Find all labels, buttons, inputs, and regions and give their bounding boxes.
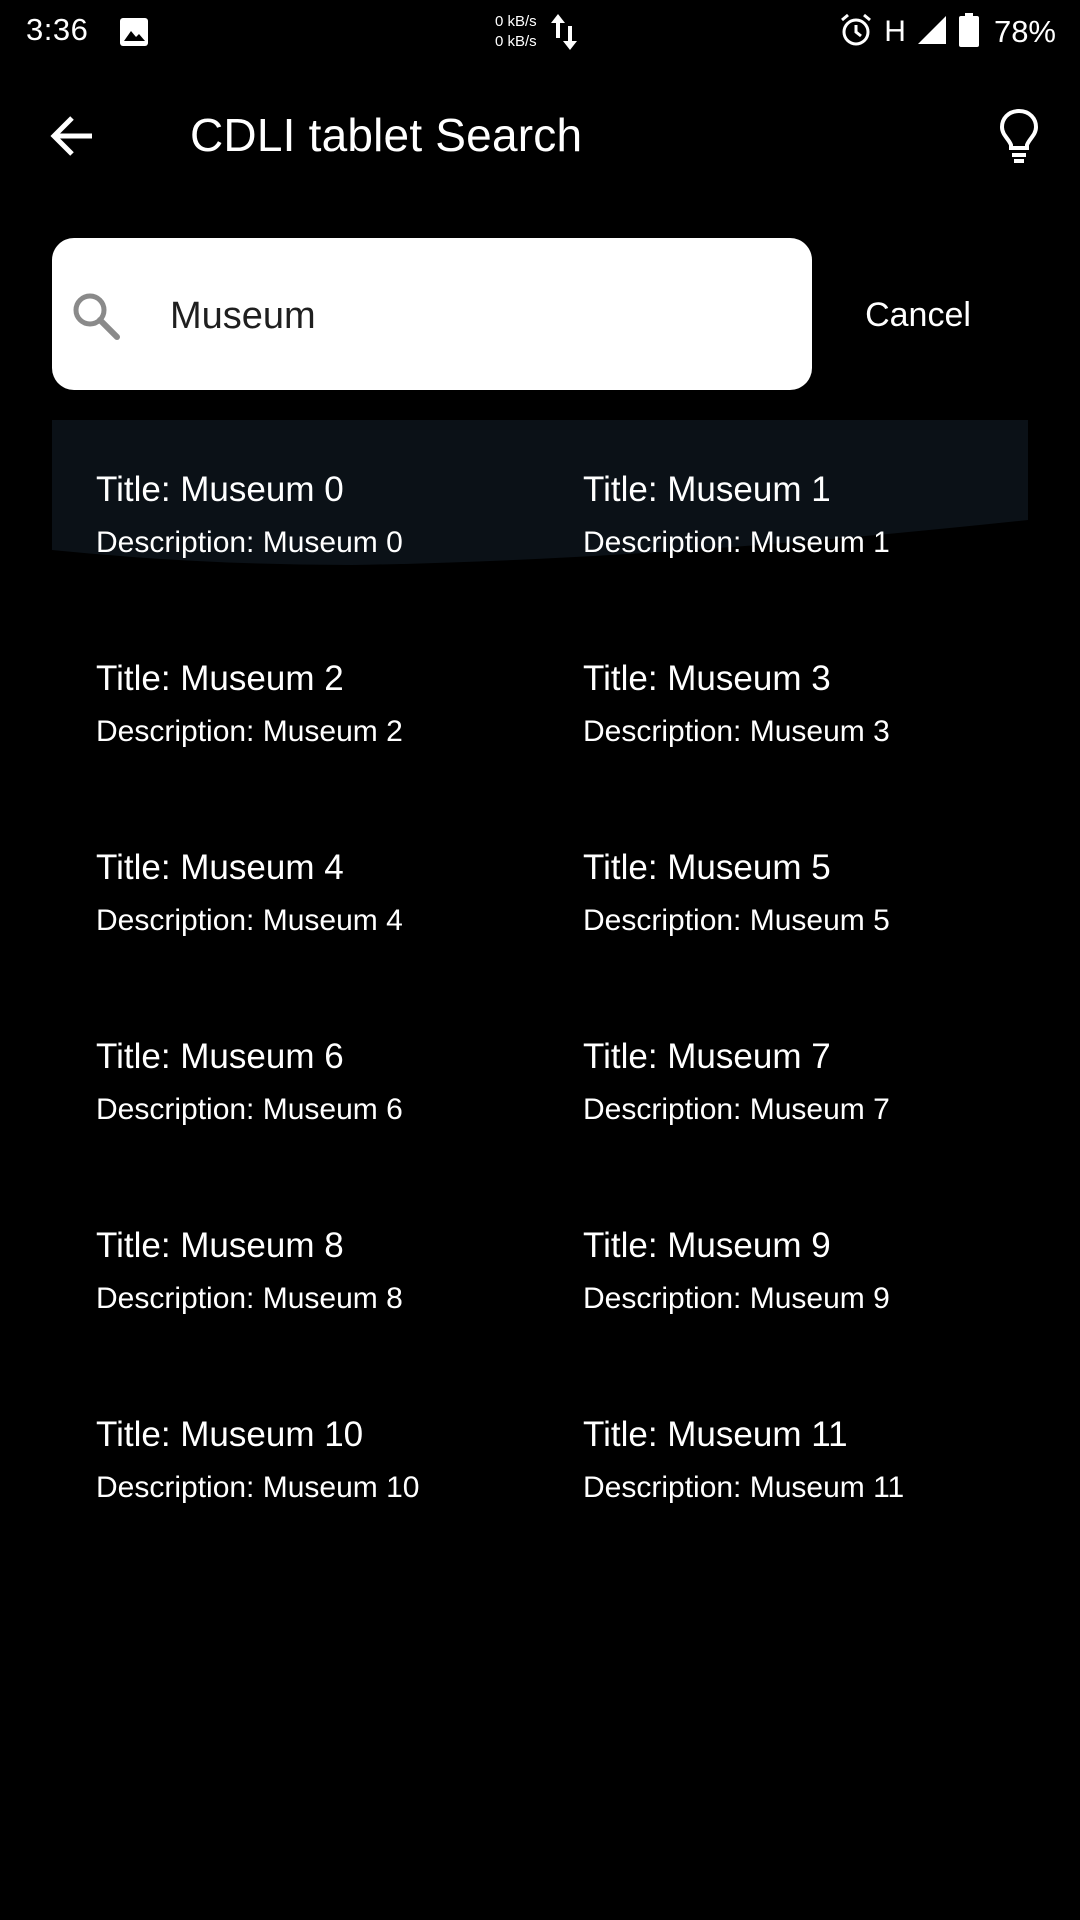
network-speed-down: 0 kB/s bbox=[495, 33, 537, 50]
result-description: Description: Museum 11 bbox=[583, 1471, 905, 1504]
status-time: 3:36 bbox=[26, 12, 89, 47]
data-arrows-icon bbox=[550, 12, 578, 52]
signal-icon bbox=[916, 14, 948, 51]
result-item[interactable]: Title: Museum 5 Description: Museum 5 bbox=[583, 798, 1023, 948]
back-button[interactable] bbox=[46, 110, 98, 162]
result-description: Description: Museum 5 bbox=[583, 904, 890, 937]
result-description: Description: Museum 2 bbox=[96, 715, 403, 748]
result-item[interactable]: Title: Museum 6 Description: Museum 6 bbox=[96, 987, 536, 1137]
page-title: CDLI tablet Search bbox=[190, 109, 583, 161]
result-description: Description: Museum 6 bbox=[96, 1093, 403, 1126]
result-item[interactable]: Title: Museum 4 Description: Museum 4 bbox=[96, 798, 536, 948]
result-title: Title: Museum 1 bbox=[583, 470, 831, 509]
result-item[interactable]: Title: Museum 7 Description: Museum 7 bbox=[583, 987, 1023, 1137]
result-item[interactable]: Title: Museum 1 Description: Museum 1 bbox=[583, 420, 1023, 570]
cancel-button[interactable]: Cancel bbox=[858, 290, 978, 340]
result-item[interactable]: Title: Museum 2 Description: Museum 2 bbox=[96, 609, 536, 759]
arrow-back-icon bbox=[50, 116, 92, 156]
result-title: Title: Museum 4 bbox=[96, 848, 344, 887]
result-description: Description: Museum 9 bbox=[583, 1282, 890, 1315]
lightbulb-icon bbox=[999, 108, 1039, 163]
result-description: Description: Museum 7 bbox=[583, 1093, 890, 1126]
result-title: Title: Museum 8 bbox=[96, 1226, 344, 1265]
gallery-icon bbox=[118, 16, 150, 48]
result-item[interactable]: Title: Museum 3 Description: Museum 3 bbox=[583, 609, 1023, 759]
search-input[interactable] bbox=[170, 288, 770, 344]
result-title: Title: Museum 6 bbox=[96, 1037, 344, 1076]
battery-percent: 78% bbox=[993, 14, 1056, 49]
result-item[interactable]: Title: Museum 9 Description: Museum 9 bbox=[583, 1176, 1023, 1326]
result-title: Title: Museum 10 bbox=[96, 1415, 364, 1454]
result-description: Description: Museum 0 bbox=[96, 526, 403, 559]
result-title: Title: Museum 2 bbox=[96, 659, 344, 698]
status-bar: 3:36 0 kB/s 0 kB/s H 78% bbox=[0, 0, 1080, 64]
network-type: H bbox=[884, 15, 906, 48]
result-title: Title: Museum 7 bbox=[583, 1037, 831, 1076]
app-bar: CDLI tablet Search bbox=[0, 64, 1080, 208]
network-speed: 0 kB/s 0 kB/s bbox=[495, 12, 537, 52]
result-title: Title: Museum 0 bbox=[96, 470, 344, 509]
result-item[interactable]: Title: Museum 10 Description: Museum 10 bbox=[96, 1365, 536, 1515]
result-title: Title: Museum 11 bbox=[583, 1415, 848, 1454]
result-title: Title: Museum 5 bbox=[583, 848, 831, 887]
result-description: Description: Museum 3 bbox=[583, 715, 890, 748]
search-icon bbox=[70, 290, 122, 342]
hint-button[interactable] bbox=[994, 104, 1044, 168]
result-item[interactable]: Title: Museum 8 Description: Museum 8 bbox=[96, 1176, 536, 1326]
result-item[interactable]: Title: Museum 0 Description: Museum 0 bbox=[96, 420, 536, 570]
status-right-group: H 78% bbox=[838, 10, 1056, 54]
result-description: Description: Museum 8 bbox=[96, 1282, 403, 1315]
result-item[interactable]: Title: Museum 11 Description: Museum 11 bbox=[583, 1365, 1023, 1515]
result-title: Title: Museum 9 bbox=[583, 1226, 831, 1265]
result-description: Description: Museum 1 bbox=[583, 526, 890, 559]
result-description: Description: Museum 4 bbox=[96, 904, 403, 937]
result-title: Title: Museum 3 bbox=[583, 659, 831, 698]
network-speed-up: 0 kB/s bbox=[495, 13, 537, 30]
alarm-icon bbox=[838, 12, 874, 53]
battery-icon bbox=[958, 12, 980, 53]
result-description: Description: Museum 10 bbox=[96, 1471, 420, 1504]
